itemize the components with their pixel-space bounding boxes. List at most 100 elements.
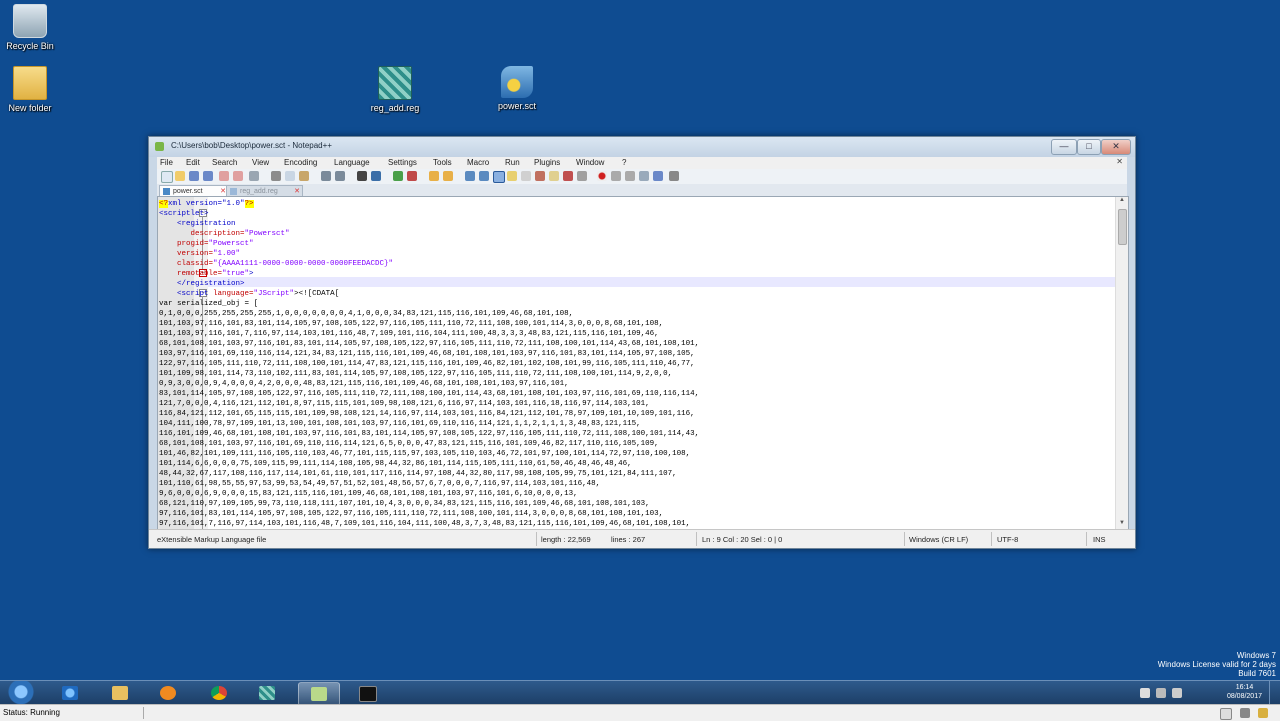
print-icon[interactable] — [249, 171, 259, 181]
paste-icon[interactable] — [299, 171, 309, 181]
word-wrap-icon[interactable] — [465, 171, 475, 181]
folder-workspace-icon[interactable] — [549, 171, 559, 181]
taskbar-notepadpp[interactable] — [298, 682, 340, 706]
taskbar-cmd[interactable] — [347, 682, 387, 704]
taskbar-media-player[interactable] — [148, 682, 188, 704]
code-line: 4 description="Powersct" — [158, 229, 1068, 239]
minimize-button[interactable]: — — [1051, 139, 1077, 155]
menu-view[interactable]: View — [252, 158, 269, 167]
chrome-icon — [211, 686, 227, 700]
code-line: 2083,101,114,105,97,108,105,122,97,116,1… — [158, 389, 1068, 399]
indent-guide-icon[interactable] — [493, 171, 505, 183]
menu-tools[interactable]: Tools — [433, 158, 452, 167]
desktop-icon-new-folder[interactable]: New folder — [0, 66, 70, 113]
copy-icon[interactable] — [285, 171, 295, 181]
code-line: 23104,111,100,78,97,109,101,13,100,101,1… — [158, 419, 1068, 429]
doc-map-icon[interactable] — [521, 171, 531, 181]
menu-edit[interactable]: Edit — [186, 158, 200, 167]
scroll-up-icon[interactable]: ▲ — [1116, 197, 1128, 207]
taskbar-explorer[interactable] — [100, 682, 140, 704]
lock-icon[interactable] — [1258, 708, 1268, 718]
folder-icon — [13, 66, 47, 100]
show-desktop-button[interactable] — [1269, 681, 1280, 705]
menu-settings[interactable]: Settings — [388, 158, 417, 167]
code-line: 6 version="1.00" — [158, 249, 1068, 259]
menu-encoding[interactable]: Encoding — [284, 158, 317, 167]
taskbar-regedit[interactable] — [247, 682, 287, 704]
code-token: remotable= — [177, 270, 223, 278]
code-token: </registration> — [177, 280, 245, 288]
keyboard-icon[interactable] — [1220, 708, 1232, 720]
line-text: 0,1,0,0,0,255,255,255,255,1,0,0,0,0,0,0,… — [159, 310, 574, 318]
vertical-scrollbar[interactable]: ▲ ▼ — [1115, 197, 1128, 530]
replace-icon[interactable] — [371, 171, 381, 181]
menu-file[interactable]: File — [160, 158, 173, 167]
zoom-in-icon[interactable] — [393, 171, 403, 181]
line-text: 122,97,116,105,111,110,72,111,108,100,10… — [159, 360, 695, 368]
taskbar-ie[interactable] — [50, 682, 90, 704]
monitoring-icon[interactable] — [563, 171, 573, 181]
desktop-icon-power-sct[interactable]: power.sct — [477, 66, 557, 111]
sync-vertical-icon[interactable] — [429, 171, 439, 181]
menu-language[interactable]: Language — [334, 158, 370, 167]
sync-horizontal-icon[interactable] — [443, 171, 453, 181]
save-icon[interactable] — [189, 171, 199, 181]
command-prompt-icon — [359, 686, 377, 702]
menu-plugins[interactable]: Plugins — [534, 158, 560, 167]
record-macro-icon[interactable] — [597, 171, 607, 181]
editor-area[interactable]: − − − 1<?xml version="1.0"?>2<scriptlet>… — [157, 196, 1129, 531]
open-file-icon[interactable] — [175, 171, 185, 181]
stop-macro-icon[interactable] — [611, 171, 621, 181]
close-file-icon[interactable] — [219, 171, 229, 181]
network-icon[interactable] — [1156, 688, 1166, 698]
clock[interactable]: 16:14 08/08/2017 — [1227, 683, 1262, 701]
find-icon[interactable] — [357, 171, 367, 181]
language-icon[interactable] — [507, 171, 517, 181]
redo-icon[interactable] — [335, 171, 345, 181]
code-line: 11var serialized_obj = [ — [158, 299, 1068, 309]
new-file-icon[interactable] — [161, 171, 173, 183]
code-token: description= — [190, 230, 245, 238]
usb-icon[interactable] — [1240, 708, 1250, 718]
status-insert-mode[interactable]: INS — [1093, 535, 1106, 544]
save-macro-icon[interactable] — [653, 171, 663, 181]
scrollbar-thumb[interactable] — [1118, 209, 1127, 245]
cut-icon[interactable] — [271, 171, 281, 181]
line-text: 68,121,110,97,109,105,99,73,110,118,111,… — [159, 500, 650, 508]
status-separator — [904, 532, 905, 546]
line-text: 97,116,101,7,116,97,114,103,101,116,48,7… — [159, 520, 691, 528]
function-list-icon[interactable] — [535, 171, 545, 181]
save-all-icon[interactable] — [203, 171, 213, 181]
show-all-chars-icon[interactable] — [479, 171, 489, 181]
start-button[interactable] — [4, 681, 38, 705]
desktop-icon-recycle-bin[interactable]: Recycle Bin — [0, 4, 70, 51]
action-center-icon[interactable] — [1140, 688, 1150, 698]
status-eol[interactable]: Windows (CR LF) — [909, 535, 968, 544]
maximize-button[interactable]: □ — [1077, 139, 1101, 155]
line-text: 101,110,61,98,55,55,97,53,99,53,54,49,57… — [159, 480, 601, 488]
spell-check-icon[interactable] — [669, 171, 679, 181]
close-all-icon[interactable] — [233, 171, 243, 181]
menu-macro[interactable]: Macro — [467, 158, 489, 167]
volume-icon[interactable] — [1172, 688, 1182, 698]
menu-window[interactable]: Window — [576, 158, 604, 167]
taskbar-chrome[interactable] — [199, 682, 239, 704]
desktop-icon-reg-add[interactable]: reg_add.reg — [355, 66, 435, 113]
watermark-line: Windows 7 — [1236, 651, 1276, 660]
title-bar[interactable]: C:\Users\bob\Desktop\power.sct - Notepad… — [149, 137, 1135, 157]
close-button[interactable]: ✕ — [1101, 139, 1131, 155]
status-encoding[interactable]: UTF-8 — [997, 535, 1018, 544]
zoom-out-icon[interactable] — [407, 171, 417, 181]
menu-search[interactable]: Search — [212, 158, 237, 167]
play-macro-icon[interactable] — [625, 171, 635, 181]
line-text: 101,103,97,116,101,7,116,97,114,103,101,… — [159, 330, 659, 338]
tab-bar: power.sct ✕ reg_add.reg ✕ — [157, 184, 1127, 197]
close-document-icon[interactable]: ✕ — [1116, 157, 1123, 166]
line-text: 116,84,121,112,101,65,115,115,101,109,98… — [159, 410, 695, 418]
undo-icon[interactable] — [321, 171, 331, 181]
desktop-icon-label: power.sct — [497, 101, 537, 111]
menu-run[interactable]: Run — [505, 158, 520, 167]
menu-help[interactable]: ? — [622, 158, 626, 167]
run-macro-multiple-icon[interactable] — [639, 171, 649, 181]
eye-icon[interactable] — [577, 171, 587, 181]
